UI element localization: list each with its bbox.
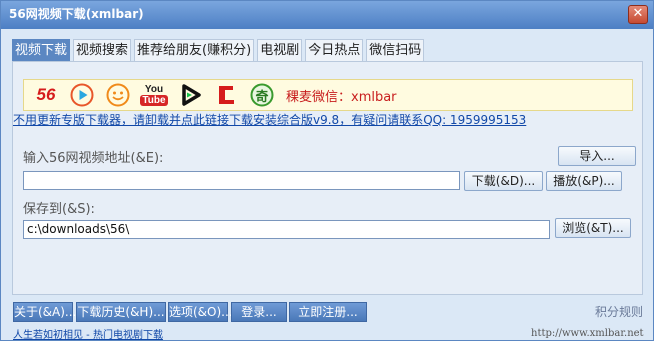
letv-logo-icon[interactable] (212, 83, 240, 107)
video-url-input[interactable] (23, 171, 460, 190)
url-label: 输入56网视频地址(&E): (23, 151, 164, 166)
qi-logo-icon[interactable]: 奇 (248, 83, 276, 107)
save-to-label: 保存到(&S): (23, 202, 95, 217)
register-button[interactable]: 立即注册... (289, 302, 367, 322)
tab-recommend[interactable]: 推荐给朋友(赚积分) (134, 39, 255, 61)
close-icon: ✕ (632, 6, 644, 21)
about-button[interactable]: 关于(&A)... (13, 302, 76, 322)
score-rules-link[interactable]: 积分规则 (595, 303, 643, 320)
tab-tv-series[interactable]: 电视剧 (257, 39, 303, 61)
play-logo-icon[interactable] (68, 83, 96, 107)
iqiyi-play-logo-icon[interactable] (176, 83, 204, 107)
title-bar: 56网视频下载(xmlbar) ✕ (1, 1, 653, 29)
download-button[interactable]: 下载(&D)... (464, 171, 543, 191)
login-button[interactable]: 登录... (231, 302, 287, 322)
window-title: 56网视频下载(xmlbar) (9, 7, 144, 21)
youtube-logo-icon[interactable]: You Tube (140, 83, 168, 107)
smiley-logo-icon[interactable] (104, 83, 132, 107)
logo-56-icon[interactable]: 56 (32, 83, 60, 107)
tab-video-download[interactable]: 视频下载 (12, 39, 71, 61)
site-logo-bar: 56 You Tube 奇 稞麦微信：xmlbar (23, 79, 633, 111)
app-window: 56网视频下载(xmlbar) ✕ 视频下载 视频搜索 推荐给朋友(赚积分) 电… (0, 0, 654, 341)
options-button[interactable]: 选项(&O)... (168, 302, 233, 322)
website-url-text[interactable]: http://www.xmlbar.net (531, 328, 644, 339)
tab-video-search[interactable]: 视频搜索 (73, 39, 132, 61)
import-button[interactable]: 导入... (558, 146, 636, 166)
tab-hot-today[interactable]: 今日热点 (305, 39, 364, 61)
hot-tv-download-link[interactable]: 人生若如初相见 - 热门电视剧下载 (13, 326, 163, 341)
tab-bar: 视频下载 视频搜索 推荐给朋友(赚积分) 电视剧 今日热点 微信扫码 (12, 39, 427, 61)
play-button[interactable]: 播放(&P)... (546, 171, 622, 191)
install-notice-link[interactable]: 不用更新专版下载器，请卸载并点此链接下载安装综合版v9.8，有疑问请联系QQ: … (13, 111, 526, 128)
browse-button[interactable]: 浏览(&T)... (555, 218, 631, 238)
tab-wechat-scan[interactable]: 微信扫码 (366, 39, 425, 61)
save-path-input[interactable]: c:\downloads\56\ (23, 220, 550, 239)
download-history-button[interactable]: 下载历史(&H)... (76, 302, 166, 322)
wechat-account-text: 稞麦微信：xmlbar (286, 89, 397, 105)
close-button[interactable]: ✕ (628, 5, 648, 24)
